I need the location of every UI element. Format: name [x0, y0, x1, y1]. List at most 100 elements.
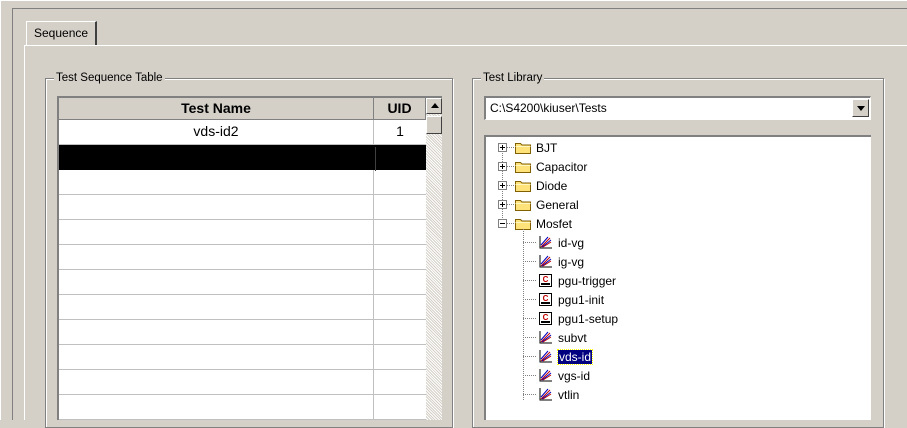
- scroll-thumb[interactable]: [426, 116, 442, 134]
- tree-test-item[interactable]: pgu-trigger: [558, 272, 616, 290]
- expand-icon[interactable]: [498, 143, 507, 152]
- expand-icon[interactable]: [498, 200, 507, 209]
- tree-line: [523, 337, 537, 338]
- up-arrow-icon: [431, 103, 439, 108]
- tree-test-item[interactable]: vds-id: [556, 348, 594, 366]
- uid-cell: [374, 395, 426, 419]
- scroll-up-button[interactable]: [426, 98, 442, 114]
- library-path-dropdown[interactable]: C:\S4200\kiuser\Tests: [484, 96, 871, 120]
- sequence-table[interactable]: Test Name UID vds-id2 1: [57, 96, 442, 420]
- tree-test-item[interactable]: id-vg: [558, 234, 584, 252]
- tree-test-label: pgu-trigger: [558, 274, 617, 288]
- expand-icon[interactable]: [498, 162, 507, 171]
- svg-text:C: C: [543, 275, 549, 284]
- collapse-icon[interactable]: [498, 219, 507, 228]
- table-row[interactable]: [59, 220, 426, 245]
- table-row[interactable]: [59, 270, 426, 295]
- uid-cell: [374, 320, 426, 344]
- tree-test-label: subvt: [558, 331, 587, 345]
- uid-cell: [374, 170, 426, 194]
- test-name-cell[interactable]: [59, 345, 374, 369]
- table-row[interactable]: [59, 170, 426, 195]
- tree-line: [507, 147, 515, 148]
- test-name-cell[interactable]: [59, 320, 374, 344]
- table-row[interactable]: vds-id2 1: [59, 120, 426, 145]
- uid-cell: [374, 245, 426, 269]
- tree-folder-bjt[interactable]: BJT: [536, 139, 557, 157]
- c-module-icon: C: [538, 273, 553, 288]
- test-name-cell[interactable]: [59, 295, 374, 319]
- test-name-cell[interactable]: [59, 245, 374, 269]
- tree-test-label: pgu1-setup: [558, 312, 619, 326]
- table-row[interactable]: [59, 370, 426, 395]
- column-header-uid[interactable]: UID: [374, 98, 426, 120]
- tree-folder-general[interactable]: General: [536, 196, 579, 214]
- expand-icon[interactable]: [498, 181, 507, 190]
- tree-line: [523, 280, 537, 281]
- chevron-down-icon: [857, 106, 865, 111]
- uid-cell: [374, 220, 426, 244]
- uid-cell: [374, 345, 426, 369]
- tree-test-item[interactable]: pgu1-init: [558, 291, 604, 309]
- dropdown-button[interactable]: [852, 99, 869, 117]
- test-name-cell[interactable]: [59, 170, 374, 194]
- sequence-table-scrollbar[interactable]: [426, 98, 442, 420]
- tree-test-label: vtlin: [558, 388, 580, 402]
- tree-line: [507, 166, 515, 167]
- tree-folder-mosfet[interactable]: Mosfet: [536, 215, 572, 233]
- tree-test-label: id-vg: [558, 236, 585, 250]
- table-row[interactable]: [59, 320, 426, 345]
- test-name-cell[interactable]: [59, 195, 374, 219]
- tree-folder-diode[interactable]: Diode: [536, 177, 567, 195]
- sequence-table-group-title: Test Sequence Table: [54, 71, 165, 85]
- tab-sequence-label: Sequence: [34, 26, 89, 40]
- uid-cell: [374, 370, 426, 394]
- tree-line: [523, 318, 537, 319]
- library-path-value: C:\S4200\kiuser\Tests: [490, 101, 607, 115]
- folder-icon: [515, 142, 531, 154]
- tree-test-item[interactable]: ig-vg: [558, 253, 584, 271]
- tree-test-item[interactable]: pgu1-setup: [558, 310, 618, 328]
- tree-test-label: vgs-id: [558, 369, 591, 383]
- tab-page-top-edge: [24, 45, 907, 46]
- table-row[interactable]: [59, 245, 426, 270]
- tree-test-label: pgu1-init: [558, 293, 605, 307]
- svg-text:C: C: [543, 313, 549, 322]
- tree-test-item[interactable]: vtlin: [558, 386, 579, 404]
- c-module-icon: C: [538, 311, 553, 326]
- test-name-cell[interactable]: [61, 147, 376, 171]
- test-name-cell[interactable]: vds-id2: [59, 120, 374, 144]
- tree-line: [507, 223, 515, 224]
- library-tree[interactable]: BJT Capacitor Diode General Mosfet id-vg ig-vg…: [484, 135, 871, 420]
- uid-cell: [376, 147, 428, 171]
- tree-test-item[interactable]: vgs-id: [558, 367, 590, 385]
- tree-folder-capacitor[interactable]: Capacitor: [536, 158, 587, 176]
- table-row[interactable]: [59, 295, 426, 320]
- graph-icon: [538, 330, 553, 345]
- table-row[interactable]: [59, 395, 426, 420]
- graph-icon: [538, 387, 553, 402]
- test-name-cell[interactable]: [59, 220, 374, 244]
- table-row[interactable]: [59, 145, 428, 171]
- tab-sequence[interactable]: Sequence: [26, 21, 98, 45]
- folder-icon: [515, 180, 531, 192]
- tree-test-label: ig-vg: [558, 255, 585, 269]
- table-row[interactable]: [59, 345, 426, 370]
- table-row[interactable]: [59, 195, 426, 220]
- graph-icon: [538, 349, 553, 364]
- folder-icon: [515, 199, 531, 211]
- graph-icon: [538, 254, 553, 269]
- tree-test-item[interactable]: subvt: [558, 329, 587, 347]
- graph-icon: [538, 235, 553, 250]
- svg-text:C: C: [543, 294, 549, 303]
- test-name-cell[interactable]: [59, 270, 374, 294]
- tree-line: [523, 356, 537, 357]
- test-name-cell[interactable]: [59, 395, 374, 419]
- tree-line: [507, 185, 515, 186]
- tree-line: [523, 299, 537, 300]
- column-header-test-name[interactable]: Test Name: [59, 98, 374, 120]
- uid-cell: [374, 270, 426, 294]
- tab-page-left-edge: [24, 45, 25, 420]
- test-name-cell[interactable]: [59, 370, 374, 394]
- uid-cell: [374, 195, 426, 219]
